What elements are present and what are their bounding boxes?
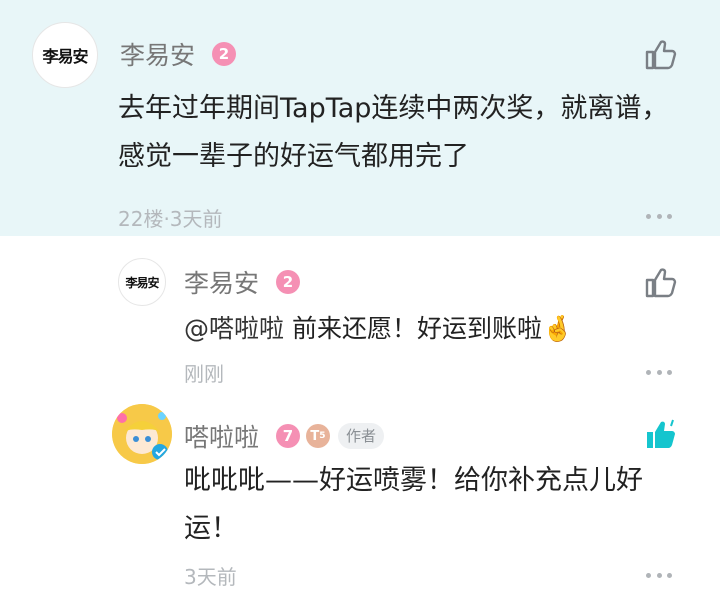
- reply-text-line-2: 运！: [184, 513, 238, 544]
- comment-meta: 22楼·3天前: [118, 207, 223, 231]
- author-name[interactable]: 李易安: [120, 36, 195, 72]
- avatar-label: 李易安: [125, 275, 159, 290]
- comment-text-line-1: 去年过年期间TapTap连续中两次奖，就离谱，: [118, 93, 669, 124]
- mention-link[interactable]: @嗒啦啦: [184, 314, 284, 343]
- reply-item: 李易安 李易安 2 @嗒啦啦 前来还愿！好运到账啦🤞 刚刚: [0, 236, 720, 386]
- reply-text: @嗒啦啦 前来还愿！好运到账啦🤞: [184, 306, 573, 352]
- avatar[interactable]: 李易安: [32, 22, 98, 88]
- avatar[interactable]: 李易安: [118, 258, 166, 306]
- main-comment: 李易安 李易安 2 去年过年期间TapTap连续中两次奖，就离谱， 感觉一辈子的…: [0, 0, 720, 236]
- author-tag: 作者: [338, 423, 385, 449]
- thumbs-up-filled-icon[interactable]: [643, 418, 677, 452]
- reply-item: 嗒啦啦 7 T5 作者 吡吡吡——好运喷雾！给你补充点儿好 运！ 3天前: [0, 386, 720, 605]
- thumbs-up-outline-icon[interactable]: [643, 38, 677, 72]
- reply-meta: 3天前: [184, 565, 237, 589]
- more-dots-icon[interactable]: [646, 370, 672, 376]
- comment-text-line-2: 感觉一辈子的好运气都用完了: [118, 141, 469, 172]
- t-level-badge: T5: [306, 424, 330, 448]
- author-name[interactable]: 李易安: [184, 264, 259, 300]
- level-badge: 2: [276, 270, 300, 294]
- level-badge: 2: [212, 42, 236, 66]
- level-badge: 7: [276, 424, 300, 448]
- thumbs-up-outline-icon[interactable]: [643, 266, 677, 300]
- more-dots-icon[interactable]: [646, 573, 672, 579]
- reply-text-line-1: 吡吡吡——好运喷雾！给你补充点儿好: [184, 465, 643, 496]
- reply-content: 前来还愿！好运到账啦🤞: [291, 314, 574, 343]
- avatar-label: 李易安: [42, 47, 88, 66]
- avatar[interactable]: [112, 404, 172, 464]
- reply-meta: 刚刚: [184, 362, 224, 386]
- more-dots-icon[interactable]: [646, 214, 672, 220]
- anime-avatar-icon: [112, 404, 172, 464]
- author-name[interactable]: 嗒啦啦: [184, 418, 259, 454]
